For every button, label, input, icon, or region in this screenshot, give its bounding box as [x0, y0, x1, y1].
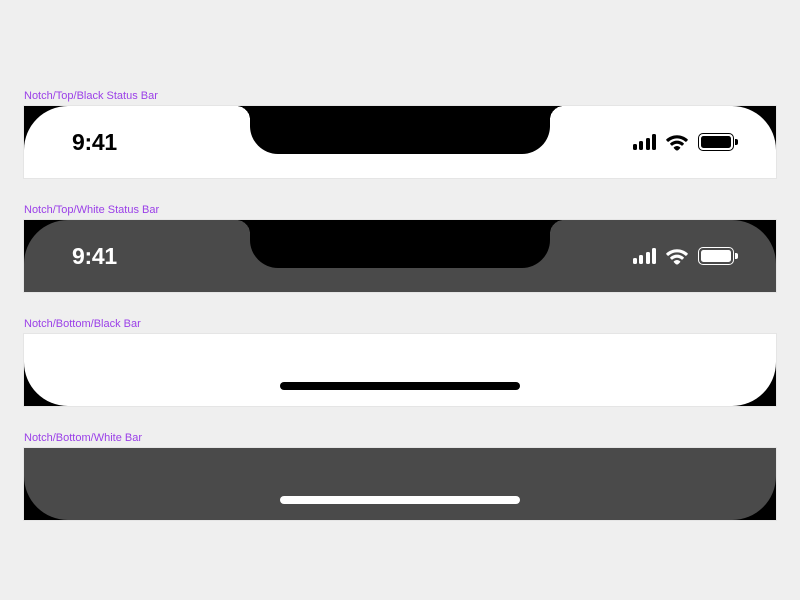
device-frame-bottom [24, 334, 776, 406]
device-frame-top: 9:41 [24, 106, 776, 178]
component-notch-bottom-black: Notch/Bottom/Black Bar [24, 318, 776, 406]
status-icons [633, 247, 735, 265]
bottom-bar-surface [24, 334, 776, 406]
device-frame-bottom [24, 448, 776, 520]
wifi-icon [665, 247, 689, 265]
bottom-bar-surface [24, 448, 776, 520]
component-notch-bottom-white: Notch/Bottom/White Bar [24, 432, 776, 520]
status-time: 9:41 [72, 243, 117, 270]
device-frame-top: 9:41 [24, 220, 776, 292]
component-label: Notch/Top/Black Status Bar [24, 90, 776, 102]
cellular-icon [633, 248, 657, 264]
battery-icon [698, 247, 734, 265]
status-bar-content: 9:41 [24, 106, 776, 178]
home-indicator[interactable] [280, 496, 520, 504]
status-bar-content: 9:41 [24, 220, 776, 292]
home-indicator[interactable] [280, 382, 520, 390]
component-notch-top-black: Notch/Top/Black Status Bar 9:41 [24, 90, 776, 178]
status-time: 9:41 [72, 129, 117, 156]
wifi-icon [665, 133, 689, 151]
component-notch-top-white: Notch/Top/White Status Bar 9:41 [24, 204, 776, 292]
component-label: Notch/Bottom/White Bar [24, 432, 776, 444]
status-icons [633, 133, 735, 151]
component-label: Notch/Top/White Status Bar [24, 204, 776, 216]
battery-icon [698, 133, 734, 151]
cellular-icon [633, 134, 657, 150]
component-label: Notch/Bottom/Black Bar [24, 318, 776, 330]
